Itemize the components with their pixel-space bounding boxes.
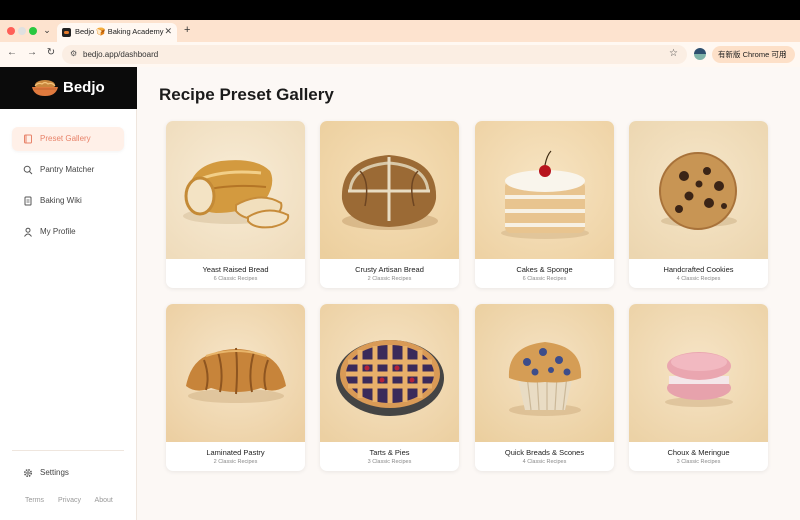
profile-avatar[interactable] [694, 48, 706, 60]
recipe-card-crusty-artisan-bread[interactable]: Crusty Artisan Bread 2 Classic Recipes [320, 121, 459, 288]
recipe-card-tarts-pies[interactable]: Tarts & Pies 3 Classic Recipes [320, 304, 459, 471]
page-title: Recipe Preset Gallery [159, 85, 334, 104]
card-subtitle: 3 Classic Recipes [676, 459, 721, 465]
app-window: Bedjo Preset Gallery Pantry Matcher Baki… [0, 67, 800, 520]
sidebar-divider [12, 450, 124, 451]
sidebar-item-my-profile[interactable]: My Profile [12, 220, 124, 244]
user-icon [23, 227, 33, 237]
macaron-image [629, 304, 768, 442]
card-subtitle: 4 Classic Recipes [522, 459, 567, 465]
address-bar[interactable]: ⚙ bedjo.app/dashboard ☆ [62, 45, 687, 64]
book-icon [23, 134, 33, 144]
back-arrow-icon[interactable]: ← [6, 47, 18, 58]
recipe-card-quick-breads-scones[interactable]: Quick Breads & Scones 4 Classic Recipes [475, 304, 614, 471]
settings-label: Settings [40, 468, 69, 477]
footer-links: Terms Privacy About [25, 497, 125, 504]
document-icon [23, 196, 33, 206]
tab-title: Bedjo 🍞 Baking Academy [75, 27, 164, 36]
sidebar-item-label: Baking Wiki [40, 196, 82, 205]
sidebar-item-label: Preset Gallery [40, 134, 91, 143]
chrome-update-button[interactable]: 有新版 Chrome 可用 ⋮ [712, 46, 795, 63]
card-title: Handcrafted Cookies [663, 265, 734, 274]
maximize-window-button[interactable] [29, 27, 37, 35]
privacy-link[interactable]: Privacy [58, 497, 81, 504]
card-title: Cakes & Sponge [516, 265, 573, 274]
reload-icon[interactable]: ↻ [45, 47, 57, 58]
sidebar-item-label: Pantry Matcher [40, 165, 95, 174]
card-title: Yeast Raised Bread [202, 265, 269, 274]
browser-tab-strip: ⌄ Bedjo 🍞 Baking Academy ✕ + [0, 20, 800, 42]
close-tab-icon[interactable]: ✕ [164, 26, 172, 37]
card-subtitle: 4 Classic Recipes [676, 276, 721, 282]
card-title: Crusty Artisan Bread [355, 265, 424, 274]
site-info-icon[interactable]: ⚙ [70, 49, 77, 58]
card-title: Quick Breads & Scones [504, 448, 585, 457]
chocolate-chip-cookie-image [629, 121, 768, 259]
search-icon [23, 165, 33, 175]
bread-loaf-image [166, 121, 305, 259]
sidebar-item-preset-gallery[interactable]: Preset Gallery [12, 127, 124, 151]
recipe-card-handcrafted-cookies[interactable]: Handcrafted Cookies 4 Classic Recipes [629, 121, 768, 288]
address-url[interactable]: bedjo.app/dashboard [83, 50, 158, 59]
bedjo-favicon-icon [62, 28, 71, 37]
close-window-button[interactable] [7, 27, 15, 35]
recipe-card-laminated-pastry[interactable]: Laminated Pastry 2 Classic Recipes [166, 304, 305, 471]
brand-logo[interactable]: Bedjo [0, 67, 137, 109]
bookmark-star-icon[interactable]: ☆ [669, 48, 678, 59]
brand-name: Bedjo [63, 79, 105, 96]
bread-bowl-icon [32, 80, 58, 96]
card-subtitle: 6 Classic Recipes [522, 276, 567, 282]
terms-link[interactable]: Terms [25, 497, 44, 504]
layer-cake-image [475, 121, 614, 259]
blueberry-muffin-image [475, 304, 614, 442]
browser-tab[interactable]: Bedjo 🍞 Baking Academy ✕ [57, 23, 177, 42]
sidebar-item-label: My Profile [40, 227, 76, 236]
recipe-card-cakes-sponge[interactable]: Cakes & Sponge 6 Classic Recipes [475, 121, 614, 288]
update-label: 有新版 Chrome 可用 [718, 50, 787, 59]
recipe-card-choux-meringue[interactable]: Choux & Meringue 3 Classic Recipes [629, 304, 768, 471]
os-menu-bar [0, 0, 800, 20]
more-menu-icon[interactable]: ⋮ [780, 46, 789, 63]
forward-arrow-icon[interactable]: → [26, 47, 38, 58]
about-link[interactable]: About [95, 497, 113, 504]
card-subtitle: 2 Classic Recipes [367, 276, 412, 282]
sidebar-item-pantry-matcher[interactable]: Pantry Matcher [12, 158, 124, 182]
card-subtitle: 3 Classic Recipes [367, 459, 412, 465]
browser-toolbar: ← → ↻ ⚙ bedjo.app/dashboard ☆ 有新版 Chrome… [0, 42, 800, 67]
gear-icon [23, 468, 33, 478]
artisan-loaf-image [320, 121, 459, 259]
croissant-image [166, 304, 305, 442]
new-tab-icon[interactable]: + [184, 24, 190, 36]
card-subtitle: 2 Classic Recipes [213, 459, 258, 465]
lattice-pie-image [320, 304, 459, 442]
tab-search-icon[interactable]: ⌄ [41, 24, 53, 36]
card-title: Choux & Meringue [667, 448, 730, 457]
recipe-card-yeast-raised-bread[interactable]: Yeast Raised Bread 6 Classic Recipes [166, 121, 305, 288]
card-title: Laminated Pastry [206, 448, 265, 457]
sidebar-item-baking-wiki[interactable]: Baking Wiki [12, 189, 124, 213]
minimize-window-button[interactable] [18, 27, 26, 35]
card-title: Tarts & Pies [369, 448, 410, 457]
sidebar-item-settings[interactable]: Settings [12, 464, 124, 484]
card-subtitle: 6 Classic Recipes [213, 276, 258, 282]
sidebar: Bedjo Preset Gallery Pantry Matcher Baki… [0, 67, 137, 520]
